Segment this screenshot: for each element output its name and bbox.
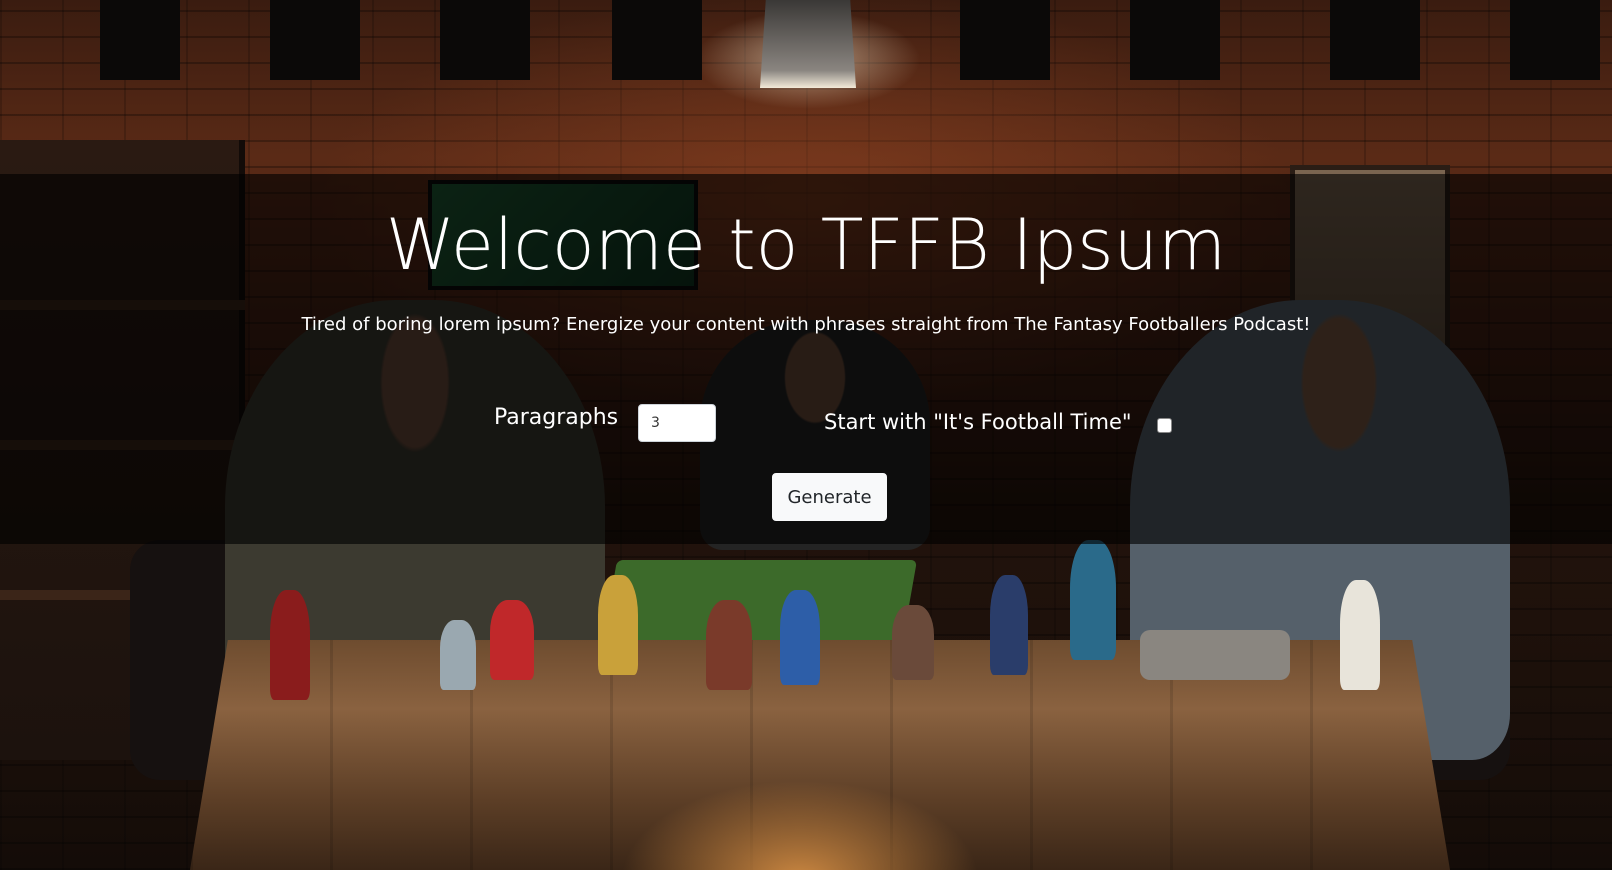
ceiling-lamp — [760, 0, 856, 88]
paragraphs-input[interactable] — [638, 404, 716, 442]
ceiling-panel — [1330, 0, 1420, 80]
figurine — [706, 600, 752, 690]
figurine — [440, 620, 476, 690]
ceiling-panel — [440, 0, 530, 80]
figurine — [598, 575, 638, 675]
ceiling-panel — [1510, 0, 1600, 80]
page-title: Welcome to TFFB Ipsum — [385, 204, 1227, 286]
figurine — [780, 590, 820, 685]
figurine — [990, 575, 1028, 675]
start-with-label: Start with "It's Football Time" — [824, 410, 1132, 434]
ceiling-panel — [100, 0, 180, 80]
ceiling-panel — [1130, 0, 1220, 80]
page-subtitle: Tired of boring lorem ipsum? Energize yo… — [301, 314, 1311, 335]
paragraphs-label: Paragraphs — [494, 405, 619, 430]
figurine — [1140, 630, 1290, 680]
generate-button[interactable]: Generate — [772, 473, 887, 521]
ceiling-panel — [270, 0, 360, 80]
ceiling-panel — [960, 0, 1050, 80]
figurine — [1340, 580, 1380, 690]
figurine — [892, 605, 934, 680]
figurine — [1070, 540, 1116, 660]
figurine — [490, 600, 534, 680]
figurine — [270, 590, 310, 700]
ceiling-panel — [612, 0, 702, 80]
start-with-checkbox[interactable] — [1157, 418, 1172, 433]
turf-mat — [602, 560, 918, 640]
